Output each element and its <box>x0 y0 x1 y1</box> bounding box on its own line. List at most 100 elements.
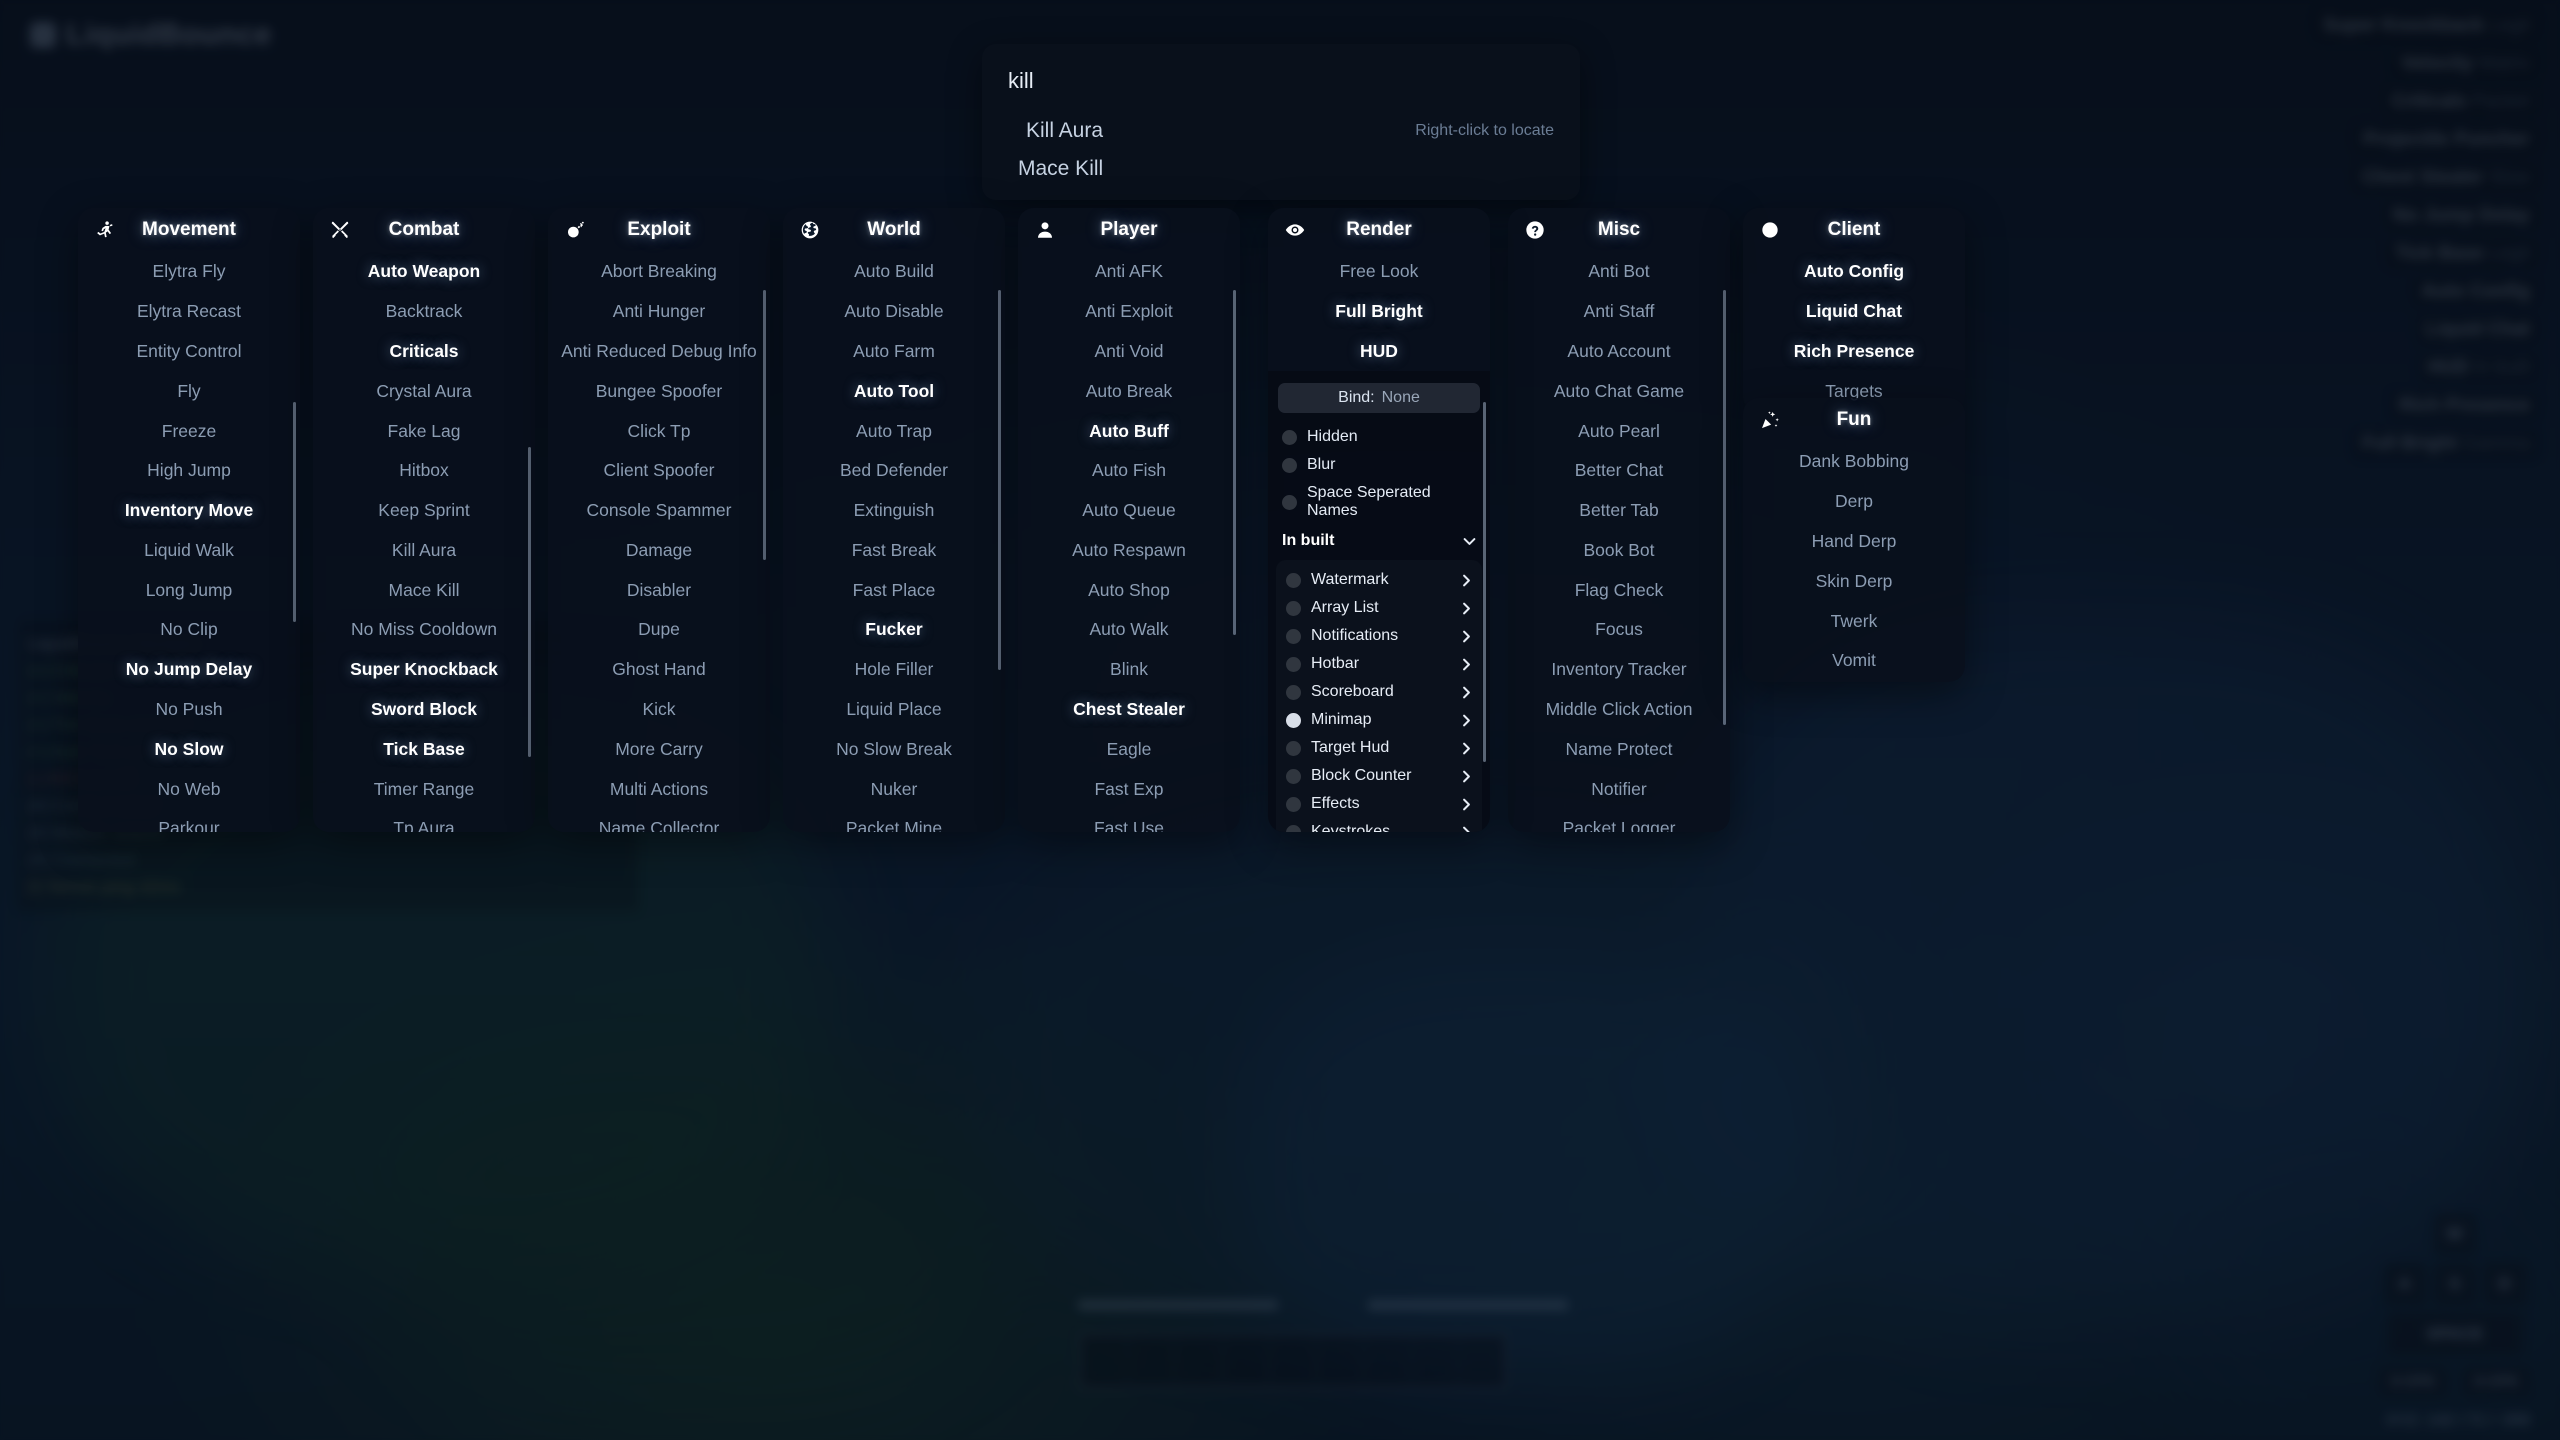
module-item[interactable]: No Slow <box>78 729 300 769</box>
module-item[interactable]: Elytra Fly <box>78 252 300 292</box>
module-item[interactable]: Client Spoofer <box>548 451 770 491</box>
panel-module-list[interactable]: Auto Config Liquid Chat Rich Presence Targe… <box>1743 252 1965 412</box>
module-item[interactable]: Tp Aura <box>313 809 535 832</box>
chevron-down-icon[interactable] <box>1463 535 1476 548</box>
toggle-dot-icon[interactable] <box>1286 824 1301 832</box>
module-item[interactable]: Auto Walk <box>1018 610 1240 650</box>
search-result-item[interactable]: Mace Kill <box>982 150 1580 188</box>
panel-scrollbar[interactable] <box>1483 402 1486 762</box>
panel-module-list[interactable]: Abort Breaking Anti Hunger Anti Reduced De… <box>548 252 770 832</box>
toggle-setting[interactable]: Hidden <box>1268 423 1490 451</box>
module-search-panel[interactable]: kill Kill Aura Right-click to locate Mac… <box>982 44 1580 200</box>
module-item[interactable]: Fucker <box>783 610 1005 650</box>
module-item[interactable]: Chest Stealer <box>1018 690 1240 730</box>
chevron-right-icon[interactable] <box>1461 658 1472 671</box>
panel-header-render[interactable]: Render <box>1268 208 1490 252</box>
panel-scrollbar[interactable] <box>293 402 296 622</box>
module-item[interactable]: Kill Aura <box>313 530 535 570</box>
module-item[interactable]: Crystal Aura <box>313 371 535 411</box>
module-item[interactable]: Packet Mine <box>783 809 1005 832</box>
module-item[interactable]: Anti Void <box>1018 332 1240 372</box>
module-item[interactable]: Auto Fish <box>1018 451 1240 491</box>
module-item[interactable]: Long Jump <box>78 570 300 610</box>
module-item[interactable]: Mace Kill <box>313 570 535 610</box>
chevron-right-icon[interactable] <box>1461 742 1472 755</box>
module-item[interactable]: Better Chat <box>1508 451 1730 491</box>
toggle-setting[interactable]: Space Seperated Names <box>1268 479 1490 525</box>
panel-header-combat[interactable]: Combat <box>313 208 535 252</box>
hud-element-list[interactable]: Watermark Array List Notifications Hotbar Sc… <box>1276 560 1482 832</box>
module-item[interactable]: Blink <box>1018 650 1240 690</box>
panel-module-list[interactable]: Dank Bobbing Derp Hand Derp Skin Derp Twerk V… <box>1743 442 1965 682</box>
module-item[interactable]: Auto Queue <box>1018 491 1240 531</box>
module-item[interactable]: Auto Farm <box>783 332 1005 372</box>
panel-module-list[interactable]: Auto Build Auto Disable Auto Farm Auto Tool… <box>783 252 1005 832</box>
module-item[interactable]: Flag Check <box>1508 570 1730 610</box>
hud-element-item[interactable]: Minimap <box>1276 706 1482 734</box>
module-item[interactable]: Auto Weapon <box>313 252 535 292</box>
module-item[interactable]: HUD <box>1268 332 1490 372</box>
panel-scrollbar[interactable] <box>763 290 766 560</box>
module-item[interactable]: Anti Exploit <box>1018 292 1240 332</box>
module-item[interactable]: Fast Break <box>783 530 1005 570</box>
chevron-right-icon[interactable] <box>1461 798 1472 811</box>
toggle-dot-icon[interactable] <box>1282 494 1297 510</box>
toggle-setting[interactable]: Blur <box>1268 451 1490 479</box>
module-item[interactable]: Fast Exp <box>1018 769 1240 809</box>
module-item[interactable]: Middle Click Action <box>1508 690 1730 730</box>
module-item[interactable]: Full Bright <box>1268 292 1490 332</box>
chevron-right-icon[interactable] <box>1461 686 1472 699</box>
module-item[interactable]: Liquid Chat <box>1743 292 1965 332</box>
panel-movement[interactable]: Movement Elytra Fly Elytra Recast Entity Co… <box>78 208 300 832</box>
panel-header-exploit[interactable]: Exploit <box>548 208 770 252</box>
panel-player[interactable]: Player Anti AFK Anti Exploit Anti Void Auto … <box>1018 208 1240 832</box>
module-item[interactable]: Auto Chat Game <box>1508 371 1730 411</box>
search-input[interactable]: kill <box>982 54 1580 112</box>
panel-scrollbar[interactable] <box>528 447 531 757</box>
panel-header-fun[interactable]: Fun <box>1743 398 1965 442</box>
module-item[interactable]: Dank Bobbing <box>1743 442 1965 482</box>
toggle-dot-icon[interactable] <box>1286 628 1301 644</box>
module-item[interactable]: Derp <box>1743 482 1965 522</box>
module-item[interactable]: Auto Trap <box>783 411 1005 451</box>
panel-scrollbar[interactable] <box>1723 290 1726 725</box>
module-item[interactable]: Ghost Hand <box>548 650 770 690</box>
toggle-dot-icon[interactable] <box>1286 572 1301 588</box>
module-item[interactable]: Fly <box>78 371 300 411</box>
hud-element-item[interactable]: Block Counter <box>1276 762 1482 790</box>
toggle-dot-icon[interactable] <box>1286 796 1301 812</box>
module-item[interactable]: Freeze <box>78 411 300 451</box>
module-item[interactable]: Skin Derp <box>1743 561 1965 601</box>
module-item[interactable]: Twerk <box>1743 601 1965 641</box>
panel-header-misc[interactable]: Misc <box>1508 208 1730 252</box>
chevron-right-icon[interactable] <box>1461 574 1472 587</box>
panel-exploit[interactable]: Exploit Abort Breaking Anti Hunger Anti Red… <box>548 208 770 832</box>
hud-element-item[interactable]: Effects <box>1276 790 1482 818</box>
module-item[interactable]: Bed Defender <box>783 451 1005 491</box>
module-item[interactable]: Sword Block <box>313 690 535 730</box>
panel-fun[interactable]: Fun Dank Bobbing Derp Hand Derp Skin Derp Twe… <box>1743 398 1965 682</box>
module-item[interactable]: Hitbox <box>313 451 535 491</box>
module-item[interactable]: Tick Base <box>313 729 535 769</box>
module-item[interactable]: Entity Control <box>78 332 300 372</box>
module-item[interactable]: Auto Disable <box>783 292 1005 332</box>
module-item[interactable]: High Jump <box>78 451 300 491</box>
module-item[interactable]: Criticals <box>313 332 535 372</box>
hud-element-item[interactable]: Notifications <box>1276 622 1482 650</box>
hud-element-item[interactable]: Array List <box>1276 594 1482 622</box>
panel-misc[interactable]: Misc Anti Bot Anti Staff Auto Account Auto C… <box>1508 208 1730 832</box>
panel-header-world[interactable]: World <box>783 208 1005 252</box>
module-item[interactable]: Fake Lag <box>313 411 535 451</box>
module-item[interactable]: Damage <box>548 530 770 570</box>
module-item[interactable]: Auto Pearl <box>1508 411 1730 451</box>
module-item[interactable]: Packet Logger <box>1508 809 1730 832</box>
hud-element-item[interactable]: Scoreboard <box>1276 678 1482 706</box>
panel-header-client[interactable]: Client <box>1743 208 1965 252</box>
module-item[interactable]: Nuker <box>783 769 1005 809</box>
module-item[interactable]: Vomit <box>1743 641 1965 681</box>
panel-scrollbar[interactable] <box>1233 290 1236 635</box>
hud-element-item[interactable]: Hotbar <box>1276 650 1482 678</box>
module-item[interactable]: Inventory Move <box>78 491 300 531</box>
module-item[interactable]: More Carry <box>548 729 770 769</box>
module-item[interactable]: Auto Buff <box>1018 411 1240 451</box>
